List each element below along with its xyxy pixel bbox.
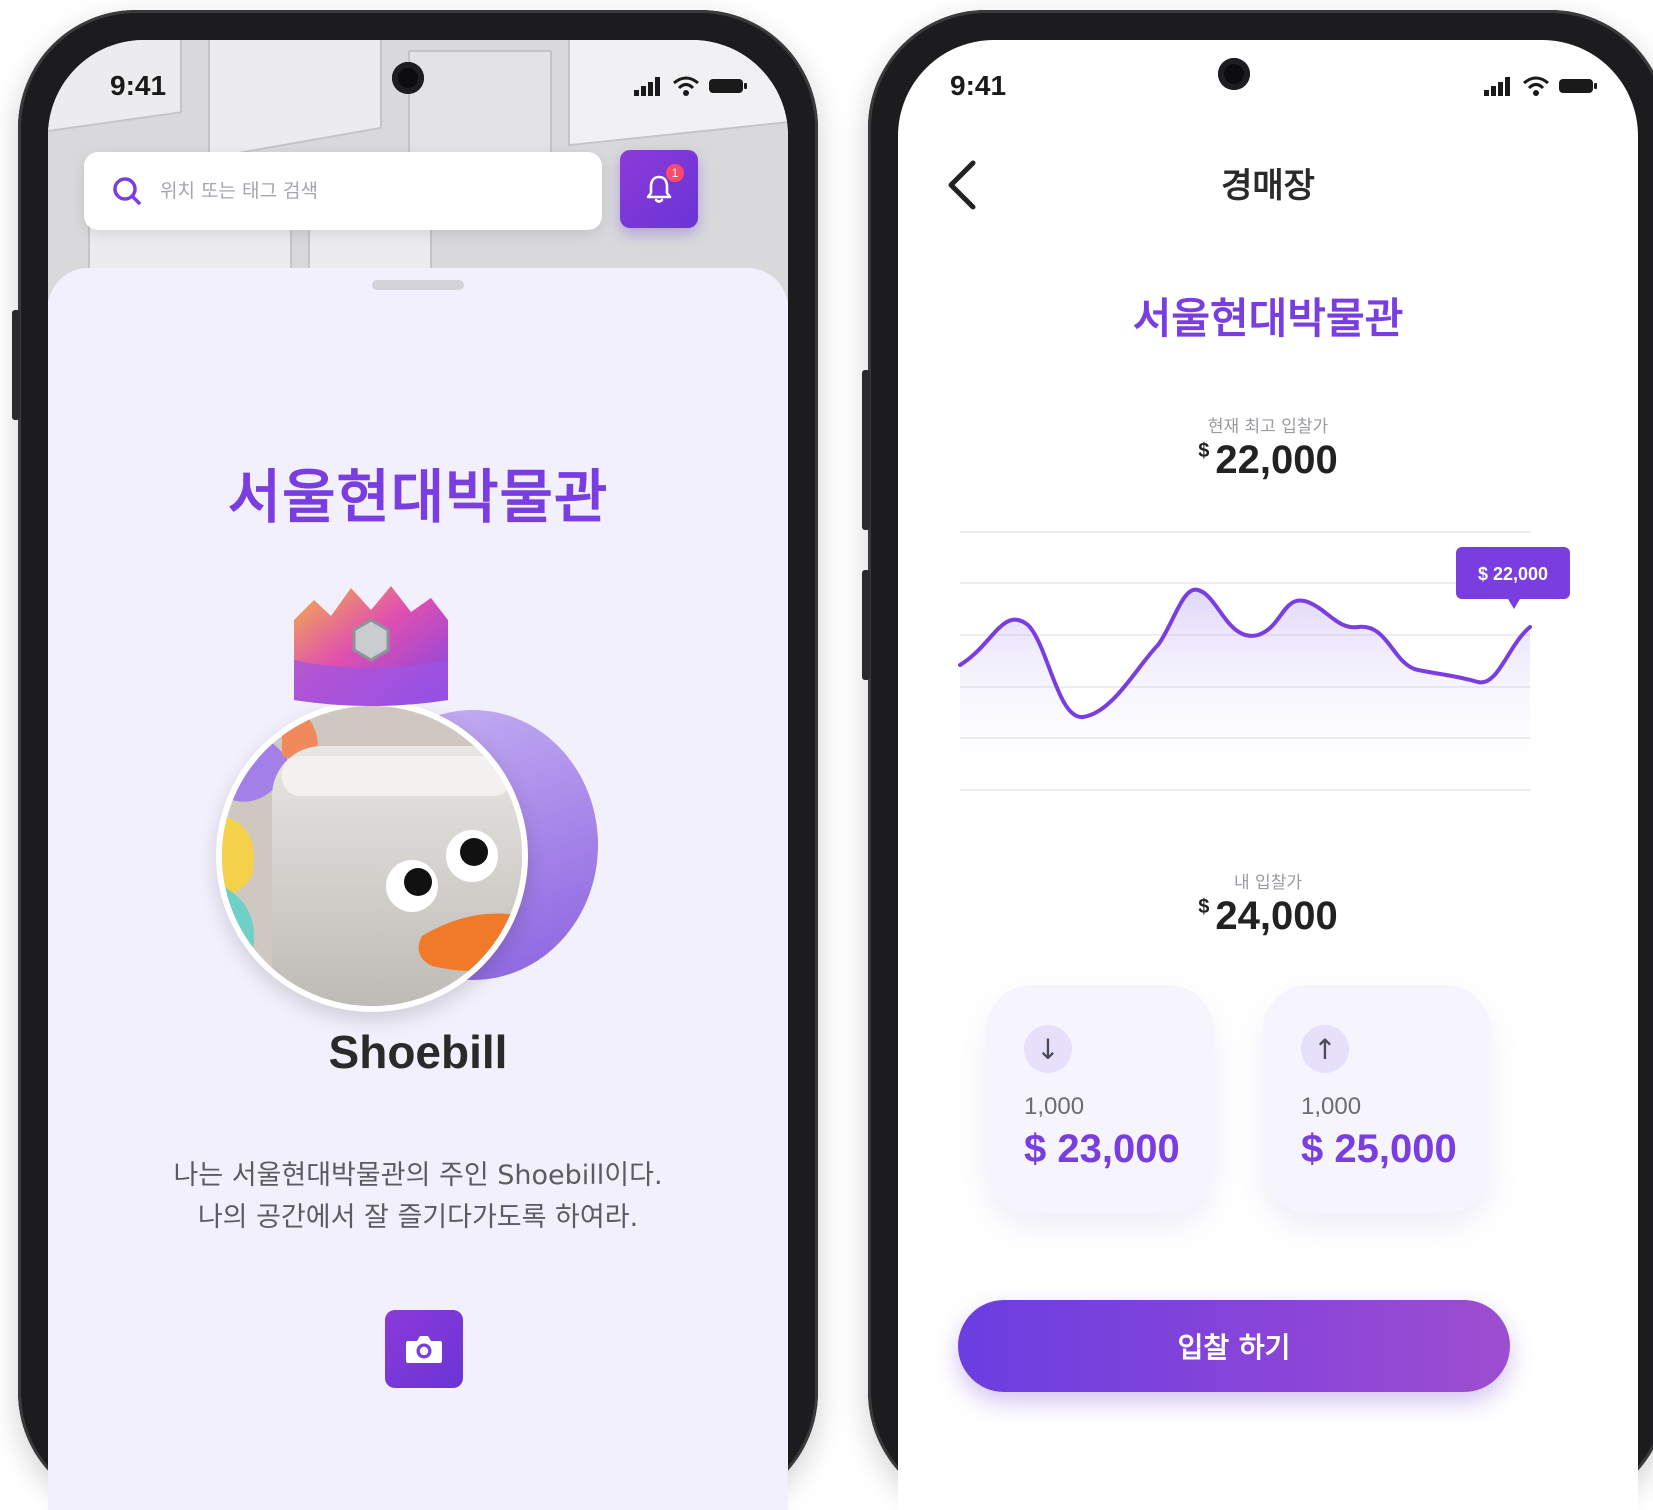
wifi-icon — [1523, 76, 1549, 96]
left-screen: 9:41 위치 또는 태그 검색 1 서울현대박물관 Shoebill 나는 서… — [48, 40, 788, 1510]
increase-bid-price: $ 25,000 — [1301, 1127, 1457, 1171]
increase-step-amount: 1,000 — [1301, 1093, 1362, 1120]
museum-title: 서울현대박물관 — [1132, 294, 1404, 343]
battery-icon — [709, 79, 747, 93]
right-phone-frame: 9:41 경매장 서울현대박물관 현재 최고 입찰가 $ 22,000 $ 22… — [862, 10, 1653, 1510]
front-camera — [392, 62, 424, 94]
search-input[interactable] — [158, 170, 562, 212]
status-icons — [1484, 76, 1598, 96]
current-bid-label: 현재 최고 입찰가 — [1207, 417, 1329, 437]
status-icons — [634, 76, 748, 96]
wifi-icon — [673, 76, 699, 96]
notification-badge: 1 — [666, 164, 684, 182]
decrease-bid-card[interactable]: ↓ 1,000 $ 23,000 — [986, 985, 1214, 1213]
signal-icon — [634, 77, 660, 96]
chart-tooltip-text: $ 22,000 — [1478, 564, 1548, 584]
signal-icon — [1484, 77, 1510, 96]
phone-side-button — [12, 310, 20, 420]
museum-title: 서울현대박물관 — [227, 463, 609, 531]
front-camera — [1218, 58, 1250, 90]
arrow-down-icon: ↓ — [1024, 1025, 1072, 1073]
search-bar[interactable] — [84, 152, 602, 230]
status-time: 9:41 — [110, 70, 167, 101]
status-time: 9:41 — [950, 70, 1007, 101]
page-title: 경매장 — [1221, 166, 1315, 206]
character-avatar — [216, 700, 528, 1012]
increase-bid-card[interactable]: ↑ 1,000 $ 25,000 — [1263, 985, 1491, 1213]
chart-area — [960, 589, 1530, 790]
current-bid-amount: 22,000 — [1215, 438, 1338, 482]
chart-tooltip: $ 22,000 — [1456, 547, 1570, 609]
my-bid-value: $24,000 — [898, 894, 1638, 939]
arrow-up-icon: ↑ — [1301, 1025, 1349, 1073]
left-phone-frame: 9:41 위치 또는 태그 검색 1 서울현대박물관 Shoebill 나는 서… — [12, 10, 818, 1510]
bid-history-chart: $ 22,000 — [958, 531, 1570, 791]
crown-decoration — [286, 580, 456, 710]
right-screen: 9:41 경매장 서울현대박물관 현재 최고 입찰가 $ 22,000 $ 22… — [898, 40, 1638, 1510]
currency-symbol: $ — [1198, 896, 1210, 918]
phone-side-button — [862, 570, 870, 680]
description-line: 나는 서울현대박물관의 주인 Shoebill이다. — [173, 1160, 663, 1191]
decrease-step-amount: 1,000 — [1024, 1093, 1085, 1120]
phone-side-button — [862, 370, 870, 530]
sheet-drag-handle[interactable] — [372, 280, 464, 290]
character-description: 나는 서울현대박물관의 주인 Shoebill이다. 나의 공간에서 잘 즐기다… — [48, 1155, 788, 1239]
description-line: 나의 공간에서 잘 즐기다가도록 하여라. — [197, 1202, 639, 1233]
currency-symbol: $ — [1198, 440, 1210, 462]
notification-button[interactable]: 1 — [620, 150, 698, 228]
character-avatar-group — [198, 580, 628, 1012]
my-bid-amount: 24,000 — [1215, 894, 1338, 938]
status-bar: 9:41 — [898, 70, 1638, 110]
search-icon — [110, 174, 144, 208]
my-bid-label: 내 입찰가 — [1234, 873, 1302, 893]
camera-icon — [406, 1336, 442, 1363]
place-bid-button[interactable]: 입찰 하기 — [958, 1300, 1510, 1392]
camera-button[interactable] — [385, 1310, 463, 1388]
current-bid-value: $22,000 — [898, 438, 1638, 483]
character-name: Shoebill — [328, 1026, 508, 1078]
decrease-bid-price: $ 23,000 — [1024, 1127, 1180, 1171]
battery-icon — [1559, 79, 1597, 93]
